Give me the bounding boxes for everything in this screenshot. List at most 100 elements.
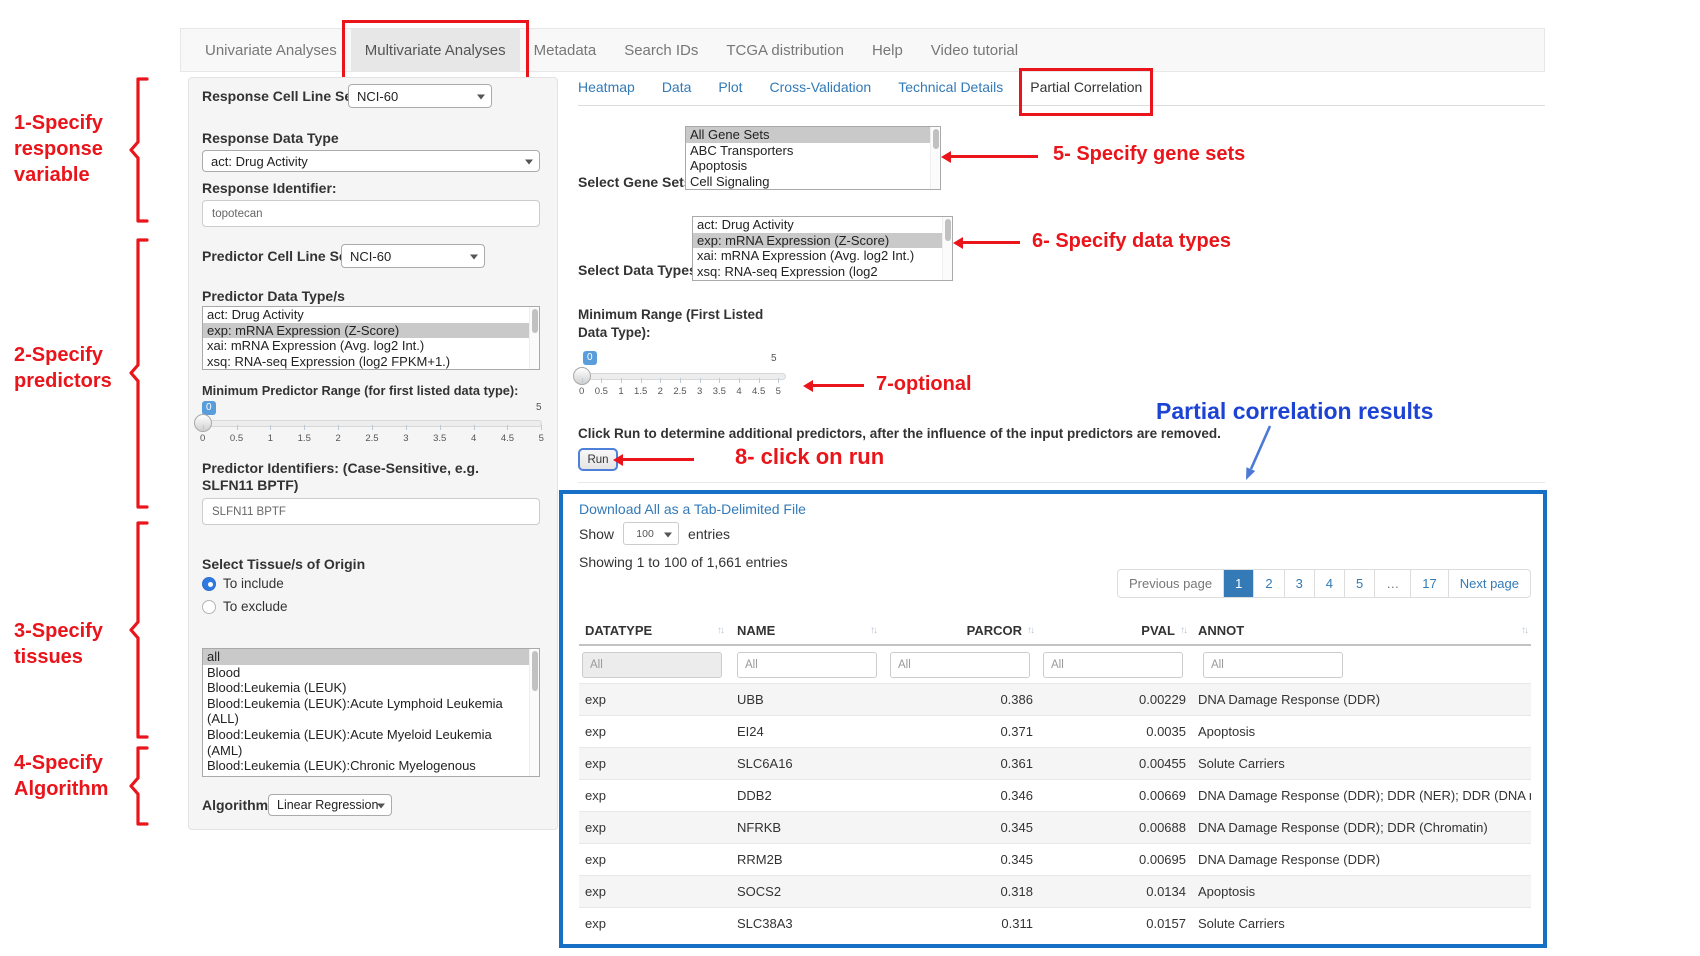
table-row[interactable]: exp EI24 0.371 0.0035 Apoptosis (579, 715, 1531, 747)
tissue-listbox[interactable]: allBloodBlood:Leukemia (LEUK)Blood:Leuke… (202, 648, 540, 777)
sort-icon[interactable]: ↑↓ (1027, 625, 1033, 636)
sort-icon[interactable]: ↑↓ (717, 625, 731, 636)
radio-unselected-icon[interactable] (202, 600, 216, 614)
page-button[interactable]: 1 (1223, 570, 1253, 597)
tab[interactable]: Cross-Validation (770, 79, 872, 105)
tab[interactable]: Plot (718, 79, 742, 105)
nav-item[interactable]: Search IDs (610, 29, 712, 71)
listbox-option[interactable]: act: Drug Activity (203, 307, 539, 323)
listbox-option[interactable]: Blood (203, 665, 529, 681)
annotation-specify-data-types: 6- Specify data types (1032, 228, 1231, 254)
listbox-option[interactable]: xai: mRNA Expression (Avg. log2 Int.) (203, 338, 539, 354)
page-button[interactable]: 3 (1284, 570, 1314, 597)
page-button[interactable]: 5 (1344, 570, 1374, 597)
divider (578, 482, 1545, 483)
nav-item[interactable]: Univariate Analyses (191, 29, 351, 71)
listbox-option[interactable]: all (203, 649, 529, 665)
slider-ticks: 00.511.522.533.544.55 (200, 433, 544, 444)
predictor-data-types-listbox[interactable]: act: Drug Activityexp: mRNA Expression (… (202, 306, 540, 370)
table-row[interactable]: exp SLC6A16 0.361 0.00455 Solute Carrier… (579, 747, 1531, 779)
listbox-option[interactable]: ABC Transporters (686, 143, 930, 159)
sort-icon[interactable]: ↑↓ (870, 625, 884, 636)
min-range-slider[interactable] (580, 373, 786, 380)
page-button[interactable]: Previous page (1118, 570, 1223, 597)
listbox-option[interactable]: Apoptosis (686, 158, 930, 174)
radio-exclude[interactable]: To exclude (202, 599, 288, 614)
page: { "colors": { "annotation_red": "#e9151b… (0, 0, 1700, 956)
filter-input-name[interactable] (737, 652, 877, 678)
page-button[interactable]: 4 (1314, 570, 1344, 597)
response-identifier-value: topotecan (212, 208, 263, 220)
radio-include[interactable]: To include (202, 576, 284, 591)
table-row[interactable]: exp DDB2 0.346 0.00669 DNA Damage Respon… (579, 779, 1531, 811)
tab[interactable]: Technical Details (898, 79, 1003, 105)
table-row[interactable]: exp RRM2B 0.345 0.00695 DNA Damage Respo… (579, 843, 1531, 875)
gene-sets-listbox[interactable]: All Gene SetsABC TransportersApoptosisCe… (685, 126, 941, 190)
page-button[interactable]: Next page (1448, 570, 1530, 597)
listbox-option[interactable]: Blood:Leukemia (LEUK) (203, 680, 529, 696)
listbox-option[interactable]: Blood:Leukemia (LEUK):Acute Myeloid Leuk… (203, 727, 529, 758)
filter-input-annot[interactable] (1203, 652, 1343, 678)
annotation-arrow-blue (1230, 420, 1278, 486)
tab[interactable]: Heatmap (578, 79, 635, 105)
response-identifier-input[interactable]: topotecan (202, 200, 540, 227)
column-header-name[interactable]: NAME ↑↓ (731, 623, 884, 638)
filter-input-parcor[interactable] (890, 652, 1030, 678)
sort-icon[interactable]: ↑↓ (1521, 625, 1527, 636)
page-button[interactable]: … (1374, 570, 1410, 597)
scrollbar[interactable] (529, 307, 539, 369)
table-row[interactable]: exp NFRKB 0.345 0.00688 DNA Damage Respo… (579, 811, 1531, 843)
cell-name: UBB (731, 692, 884, 707)
scrollbar[interactable] (930, 127, 940, 189)
chevron-down-icon (470, 255, 478, 260)
download-link-text[interactable]: Download All as a Tab-Delimited File (579, 501, 806, 517)
data-types-listbox[interactable]: act: Drug Activityexp: mRNA Expression (… (692, 216, 953, 281)
algorithm-select[interactable]: Linear Regression (268, 794, 392, 816)
column-header-pval[interactable]: PVAL ↑↓ (1037, 623, 1190, 638)
nav-item[interactable]: Video tutorial (917, 29, 1032, 71)
filter-input-datatype[interactable] (582, 652, 722, 678)
filter-input-pval[interactable] (1043, 652, 1183, 678)
listbox-option[interactable]: Cell Signaling (686, 174, 930, 190)
tab[interactable]: Data (662, 79, 692, 105)
tissue-origin-label: Select Tissue/s of Origin (202, 556, 365, 572)
page-button[interactable]: 17 (1410, 570, 1447, 597)
nav-item[interactable]: TCGA distribution (712, 29, 858, 71)
response-data-type-select[interactable]: act: Drug Activity (202, 150, 540, 172)
page-button[interactable]: 2 (1253, 570, 1283, 597)
run-button[interactable]: Run (578, 448, 618, 471)
download-link[interactable]: Download All as a Tab-Delimited File (579, 501, 806, 517)
annotation-specify-response: 1-Specify response variable (14, 110, 124, 188)
cell-parcor: 0.386 (884, 692, 1037, 707)
listbox-option[interactable]: act: Drug Activity (693, 217, 942, 233)
table-row[interactable]: exp SOCS2 0.318 0.0134 Apoptosis (579, 875, 1531, 907)
listbox-option[interactable]: exp: mRNA Expression (Z-Score) (203, 323, 539, 339)
column-header-parcor[interactable]: PARCOR ↑↓ (884, 623, 1037, 638)
listbox-option[interactable]: Blood:Leukemia (LEUK):Chronic Myelogenou… (203, 758, 529, 777)
listbox-option[interactable]: Blood:Leukemia (LEUK):Acute Lymphoid Leu… (203, 696, 529, 727)
table-row[interactable]: exp UBB 0.386 0.00229 DNA Damage Respons… (579, 683, 1531, 715)
listbox-option[interactable]: exp: mRNA Expression (Z-Score) (693, 233, 942, 249)
column-header-annot[interactable]: ANNOT ↑↓ (1190, 623, 1531, 638)
response-data-type-label: Response Data Type (202, 130, 339, 146)
slider-tick-label: 1 (268, 433, 273, 444)
predictor-cell-line-set-select[interactable]: NCI-60 (341, 244, 485, 268)
scrollbar[interactable] (942, 217, 952, 280)
column-header-datatype[interactable]: DATATYPE ↑↓ (579, 623, 731, 638)
sort-icon[interactable]: ↑↓ (1180, 625, 1186, 636)
listbox-option[interactable]: xsq: RNA-seq Expression (log2 FPKM+1.) (693, 264, 942, 281)
scrollbar[interactable] (529, 649, 539, 776)
predictor-identifiers-input[interactable]: SLFN11 BPTF (202, 498, 540, 525)
entries-count-select[interactable]: 100 (623, 522, 679, 545)
listbox-option[interactable]: xsq: RNA-seq Expression (log2 FPKM+1.) (203, 354, 539, 370)
nav-item[interactable]: Metadata (520, 29, 611, 71)
nav-item[interactable]: Help (858, 29, 917, 71)
slider-tick-label: 4.5 (752, 386, 765, 397)
table-row[interactable]: exp SLC38A3 0.311 0.0157 Solute Carriers (579, 907, 1531, 939)
radio-selected-icon[interactable] (202, 577, 216, 591)
nav-item[interactable]: Multivariate Analyses (351, 29, 520, 71)
response-cell-line-set-select[interactable]: NCI-60 (348, 84, 492, 108)
listbox-option[interactable]: xai: mRNA Expression (Avg. log2 Int.) (693, 248, 942, 264)
listbox-option[interactable]: All Gene Sets (686, 127, 930, 143)
tab[interactable]: Partial Correlation (1030, 79, 1142, 105)
